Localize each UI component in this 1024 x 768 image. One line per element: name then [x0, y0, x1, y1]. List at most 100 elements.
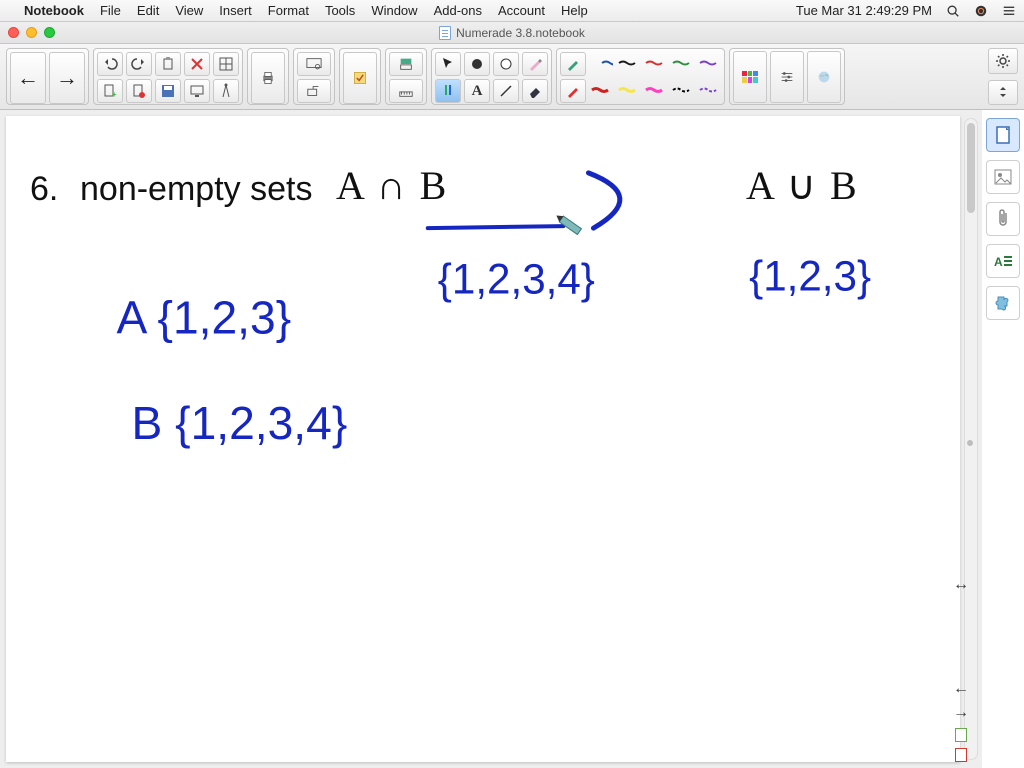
page-sorter-tab[interactable] — [986, 118, 1020, 152]
highlighter-button[interactable] — [560, 79, 586, 103]
addons-tab[interactable] — [986, 286, 1020, 320]
pen-tool[interactable] — [435, 79, 461, 103]
pen-color-3[interactable] — [643, 52, 667, 74]
math-tools-button[interactable] — [213, 79, 239, 103]
table-button[interactable] — [213, 52, 239, 76]
settings-button[interactable] — [988, 48, 1018, 74]
hl-color-2[interactable] — [616, 79, 640, 101]
menu-account[interactable]: Account — [498, 3, 545, 18]
print-group — [247, 48, 289, 105]
menu-list-icon[interactable] — [1002, 4, 1016, 18]
active-pen-button[interactable] — [560, 52, 586, 76]
hand-set-a: A {1,2,3} — [116, 292, 291, 344]
text-tool[interactable]: A — [464, 79, 490, 103]
mac-menubar: Notebook File Edit View Insert Format To… — [0, 0, 1024, 22]
menu-window[interactable]: Window — [371, 3, 417, 18]
insert-group — [385, 48, 427, 105]
page-nav-corner: ↔ ← → — [946, 576, 976, 762]
question-number: 6. — [30, 170, 58, 209]
corner-next-page[interactable]: → — [953, 704, 969, 722]
hl-color-3[interactable] — [643, 79, 667, 101]
menu-format[interactable]: Format — [268, 3, 309, 18]
handwriting-layer: A {1,2,3} B {1,2,3,4} {1,2,3,4} {1,2,3} — [6, 116, 960, 762]
menu-edit[interactable]: Edit — [137, 3, 159, 18]
hand-union-value: {1,2,3} — [749, 252, 871, 299]
siri-icon[interactable] — [974, 4, 988, 18]
checkbox-group — [339, 48, 381, 105]
window-title: Numerade 3.8.notebook — [456, 26, 585, 40]
pen-color-5[interactable] — [697, 52, 721, 74]
new-page-button[interactable]: + — [97, 79, 123, 103]
delete-button[interactable] — [184, 52, 210, 76]
color-picker-button[interactable] — [733, 51, 767, 103]
eraser-tool[interactable] — [522, 79, 548, 103]
document-icon — [439, 26, 451, 40]
menu-help[interactable]: Help — [561, 3, 588, 18]
menu-view[interactable]: View — [175, 3, 203, 18]
screen-button[interactable] — [184, 79, 210, 103]
window-titlebar: Numerade 3.8.notebook — [0, 22, 1024, 44]
pen-color-1[interactable] — [589, 52, 613, 74]
nav-group: ← → — [6, 48, 89, 105]
undo-button[interactable] — [97, 52, 123, 76]
gallery-tab[interactable] — [986, 160, 1020, 194]
paste-button[interactable] — [155, 52, 181, 76]
hl-color-4[interactable] — [670, 79, 694, 101]
app-toolbar: ← → + — [0, 44, 1024, 110]
print-button[interactable] — [251, 52, 285, 104]
properties-button[interactable] — [770, 51, 804, 103]
page-marker-dot — [967, 440, 973, 446]
minimize-window-button[interactable] — [26, 27, 37, 38]
scrollbar-thumb[interactable] — [967, 123, 975, 213]
insert-widget-button[interactable] — [389, 52, 423, 76]
toolbar-right-group — [988, 48, 1018, 105]
menubar-clock[interactable]: Tue Mar 31 2:49:29 PM — [796, 3, 932, 18]
question-text: non-empty sets — [80, 170, 312, 209]
spotlight-icon[interactable] — [946, 4, 960, 18]
save-button[interactable] — [155, 79, 181, 103]
expand-toolbar-button[interactable] — [988, 80, 1018, 106]
menu-insert[interactable]: Insert — [219, 3, 252, 18]
resize-horizontal-icon[interactable]: ↔ — [953, 576, 969, 594]
close-window-button[interactable] — [8, 27, 19, 38]
next-page-button[interactable]: → — [49, 52, 85, 104]
traffic-lights — [8, 27, 55, 38]
app-name[interactable]: Notebook — [24, 3, 84, 18]
measurement-button[interactable] — [389, 79, 423, 103]
pen-style-group — [556, 48, 725, 105]
screen-capture-button[interactable] — [297, 52, 331, 76]
menu-file[interactable]: File — [100, 3, 121, 18]
hand-intersection-value: {1,2,3,4} — [438, 255, 595, 302]
select-tool[interactable] — [435, 52, 461, 76]
prev-page-button[interactable]: ← — [10, 52, 46, 104]
text-format-tab[interactable]: A — [986, 244, 1020, 278]
menu-addons[interactable]: Add-ons — [434, 3, 482, 18]
hl-color-1[interactable] — [589, 79, 613, 101]
attachments-tab[interactable] — [986, 202, 1020, 236]
view-group — [293, 48, 335, 105]
hand-set-b: B {1,2,3,4} — [132, 397, 348, 449]
zoom-window-button[interactable] — [44, 27, 55, 38]
hl-color-5[interactable] — [697, 79, 721, 101]
eraser-shape-tool[interactable] — [493, 52, 519, 76]
expression-intersection: A ∩ B — [336, 162, 448, 209]
corner-add-page[interactable] — [955, 728, 967, 742]
extras-group — [729, 48, 845, 105]
delete-page-button[interactable] — [126, 79, 152, 103]
side-panel-tabs: A — [982, 110, 1024, 320]
magic-pen-tool[interactable] — [522, 52, 548, 76]
globe-button[interactable] — [807, 51, 841, 103]
redo-button[interactable] — [126, 52, 152, 76]
marker-tool[interactable] — [464, 52, 490, 76]
line-tool[interactable] — [493, 79, 519, 103]
svg-text:A: A — [994, 255, 1003, 269]
document-camera-button[interactable] — [297, 79, 331, 103]
corner-delete-page[interactable] — [955, 748, 967, 762]
corner-prev-page[interactable]: ← — [953, 680, 969, 698]
notebook-page[interactable]: 6. non-empty sets A ∩ B A ∪ B A {1,2,3} … — [6, 116, 960, 762]
pen-color-4[interactable] — [670, 52, 694, 74]
response-button[interactable] — [343, 52, 377, 104]
select-tools-group: A — [431, 48, 552, 105]
pen-color-2[interactable] — [616, 52, 640, 74]
menu-tools[interactable]: Tools — [325, 3, 355, 18]
